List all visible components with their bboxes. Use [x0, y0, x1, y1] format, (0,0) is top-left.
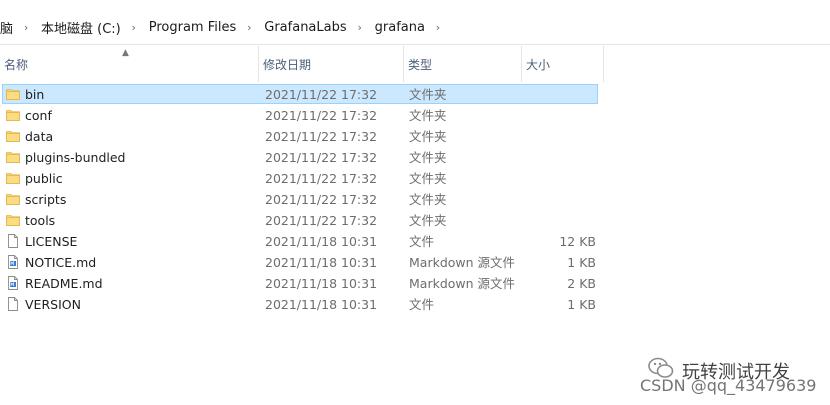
- chevron-right-icon[interactable]: ›: [242, 21, 256, 34]
- breadcrumb-this-pc[interactable]: 脑 ›: [0, 10, 37, 44]
- chevron-right-icon[interactable]: ›: [19, 21, 33, 34]
- folder-icon: [6, 87, 20, 101]
- file-name[interactable]: README.md: [25, 273, 103, 294]
- file-date: 2021/11/18 10:31: [265, 297, 378, 312]
- file-date: 2021/11/22 17:32: [265, 129, 378, 144]
- file-type: 文件夹: [409, 129, 447, 144]
- breadcrumb-label: grafana: [374, 19, 425, 35]
- sort-ascending-icon: ▲: [122, 48, 129, 58]
- file-type: Markdown 源文件: [409, 276, 516, 291]
- file-size: 1 KB: [567, 255, 596, 270]
- file-name[interactable]: scripts: [25, 189, 66, 210]
- breadcrumb-grafanalabs[interactable]: GrafanaLabs ›: [260, 10, 370, 44]
- chevron-right-icon[interactable]: ›: [353, 21, 367, 34]
- column-header-label: 大小: [526, 57, 551, 72]
- column-headers: 名称 ▲ 修改日期 类型 大小: [0, 46, 604, 82]
- file-size: [526, 168, 596, 189]
- folder-icon: [6, 129, 20, 143]
- column-header-size[interactable]: 大小: [522, 46, 604, 82]
- file-size: 2 KB: [567, 276, 596, 291]
- file-type: 文件夹: [409, 171, 447, 186]
- file-size: [526, 126, 596, 147]
- column-header-type[interactable]: 类型: [404, 46, 522, 82]
- file-type: 文件夹: [409, 213, 447, 228]
- file-type: 文件夹: [409, 150, 447, 165]
- file-row[interactable]: bin 2021/11/22 17:32 文件夹: [0, 84, 604, 105]
- file-date: 2021/11/22 17:32: [265, 150, 378, 165]
- file-type: Markdown 源文件: [409, 255, 516, 270]
- file-name[interactable]: bin: [25, 84, 44, 105]
- markdown-file-icon: [6, 276, 20, 290]
- file-size: [526, 84, 596, 105]
- breadcrumb-label: GrafanaLabs: [264, 19, 347, 35]
- file-row[interactable]: conf 2021/11/22 17:32 文件夹: [0, 105, 604, 126]
- file-type: 文件: [409, 234, 435, 249]
- chevron-right-icon[interactable]: ›: [431, 21, 445, 34]
- file-explorer-window: 脑 › 本地磁盘 (C:) › Program Files › GrafanaL…: [0, 0, 830, 405]
- file-date: 2021/11/22 17:32: [265, 192, 378, 207]
- file-date: 2021/11/18 10:31: [265, 234, 378, 249]
- breadcrumb-label: 本地磁盘 (C:): [41, 21, 121, 37]
- address-bar[interactable]: 脑 › 本地磁盘 (C:) › Program Files › GrafanaL…: [0, 10, 830, 45]
- file-row[interactable]: plugins-bundled 2021/11/22 17:32 文件夹: [0, 147, 604, 168]
- file-size: [526, 147, 596, 168]
- folder-icon: [6, 213, 20, 227]
- breadcrumb-label: Program Files: [148, 19, 237, 35]
- file-type: 文件夹: [409, 108, 447, 123]
- file-size: [526, 105, 596, 126]
- file-name[interactable]: data: [25, 126, 53, 147]
- file-size: 1 KB: [567, 297, 596, 312]
- file-name[interactable]: public: [25, 168, 63, 189]
- breadcrumb-label: 脑: [0, 21, 14, 37]
- file-row[interactable]: tools 2021/11/22 17:32 文件夹: [0, 210, 604, 231]
- breadcrumb-grafana[interactable]: grafana ›: [371, 10, 449, 44]
- file-row[interactable]: public 2021/11/22 17:32 文件夹: [0, 168, 604, 189]
- file-date: 2021/11/22 17:32: [265, 171, 378, 186]
- file-date: 2021/11/22 17:32: [265, 213, 378, 228]
- file-size: [526, 210, 596, 231]
- file-list: bin 2021/11/22 17:32 文件夹 conf 2021/11/22 17:…: [0, 84, 604, 315]
- file-name[interactable]: conf: [25, 105, 52, 126]
- column-header-date[interactable]: 修改日期: [259, 46, 404, 82]
- column-header-name[interactable]: 名称 ▲: [0, 46, 259, 82]
- file-type: 文件夹: [409, 87, 447, 102]
- file-date: 2021/11/22 17:32: [265, 108, 378, 123]
- markdown-file-icon: [6, 255, 20, 269]
- folder-icon: [6, 150, 20, 164]
- column-header-label: 类型: [408, 57, 433, 72]
- column-header-label: 修改日期: [263, 57, 312, 72]
- file-row[interactable]: README.md 2021/11/18 10:31 Markdown 源文件 2 K…: [0, 273, 604, 294]
- chevron-right-icon[interactable]: ›: [127, 21, 141, 34]
- file-type: 文件: [409, 297, 435, 312]
- file-name[interactable]: tools: [25, 210, 55, 231]
- folder-icon: [6, 108, 20, 122]
- file-date: 2021/11/18 10:31: [265, 276, 378, 291]
- file-name[interactable]: VERSION: [25, 294, 81, 315]
- file-row[interactable]: VERSION 2021/11/18 10:31 文件 1 KB: [0, 294, 604, 315]
- file-name[interactable]: NOTICE.md: [25, 252, 96, 273]
- file-name[interactable]: LICENSE: [25, 231, 77, 252]
- column-header-label: 名称: [4, 57, 29, 72]
- file-date: 2021/11/18 10:31: [265, 255, 378, 270]
- folder-icon: [6, 192, 20, 206]
- file-size: [526, 189, 596, 210]
- file-date: 2021/11/22 17:32: [265, 87, 378, 102]
- file-icon: [6, 234, 20, 248]
- file-size: 12 KB: [559, 234, 596, 249]
- file-name[interactable]: plugins-bundled: [25, 147, 126, 168]
- breadcrumb-program-files[interactable]: Program Files ›: [145, 10, 261, 44]
- file-row[interactable]: scripts 2021/11/22 17:32 文件夹: [0, 189, 604, 210]
- breadcrumb-local-disk[interactable]: 本地磁盘 (C:) ›: [37, 10, 145, 44]
- file-row[interactable]: NOTICE.md 2021/11/18 10:31 Markdown 源文件 1 K…: [0, 252, 604, 273]
- file-type: 文件夹: [409, 192, 447, 207]
- file-icon: [6, 297, 20, 311]
- watermark-csdn: CSDN @qq_43479639: [640, 376, 817, 395]
- file-row[interactable]: data 2021/11/22 17:32 文件夹: [0, 126, 604, 147]
- folder-icon: [6, 171, 20, 185]
- file-row[interactable]: LICENSE 2021/11/18 10:31 文件 12 KB: [0, 231, 604, 252]
